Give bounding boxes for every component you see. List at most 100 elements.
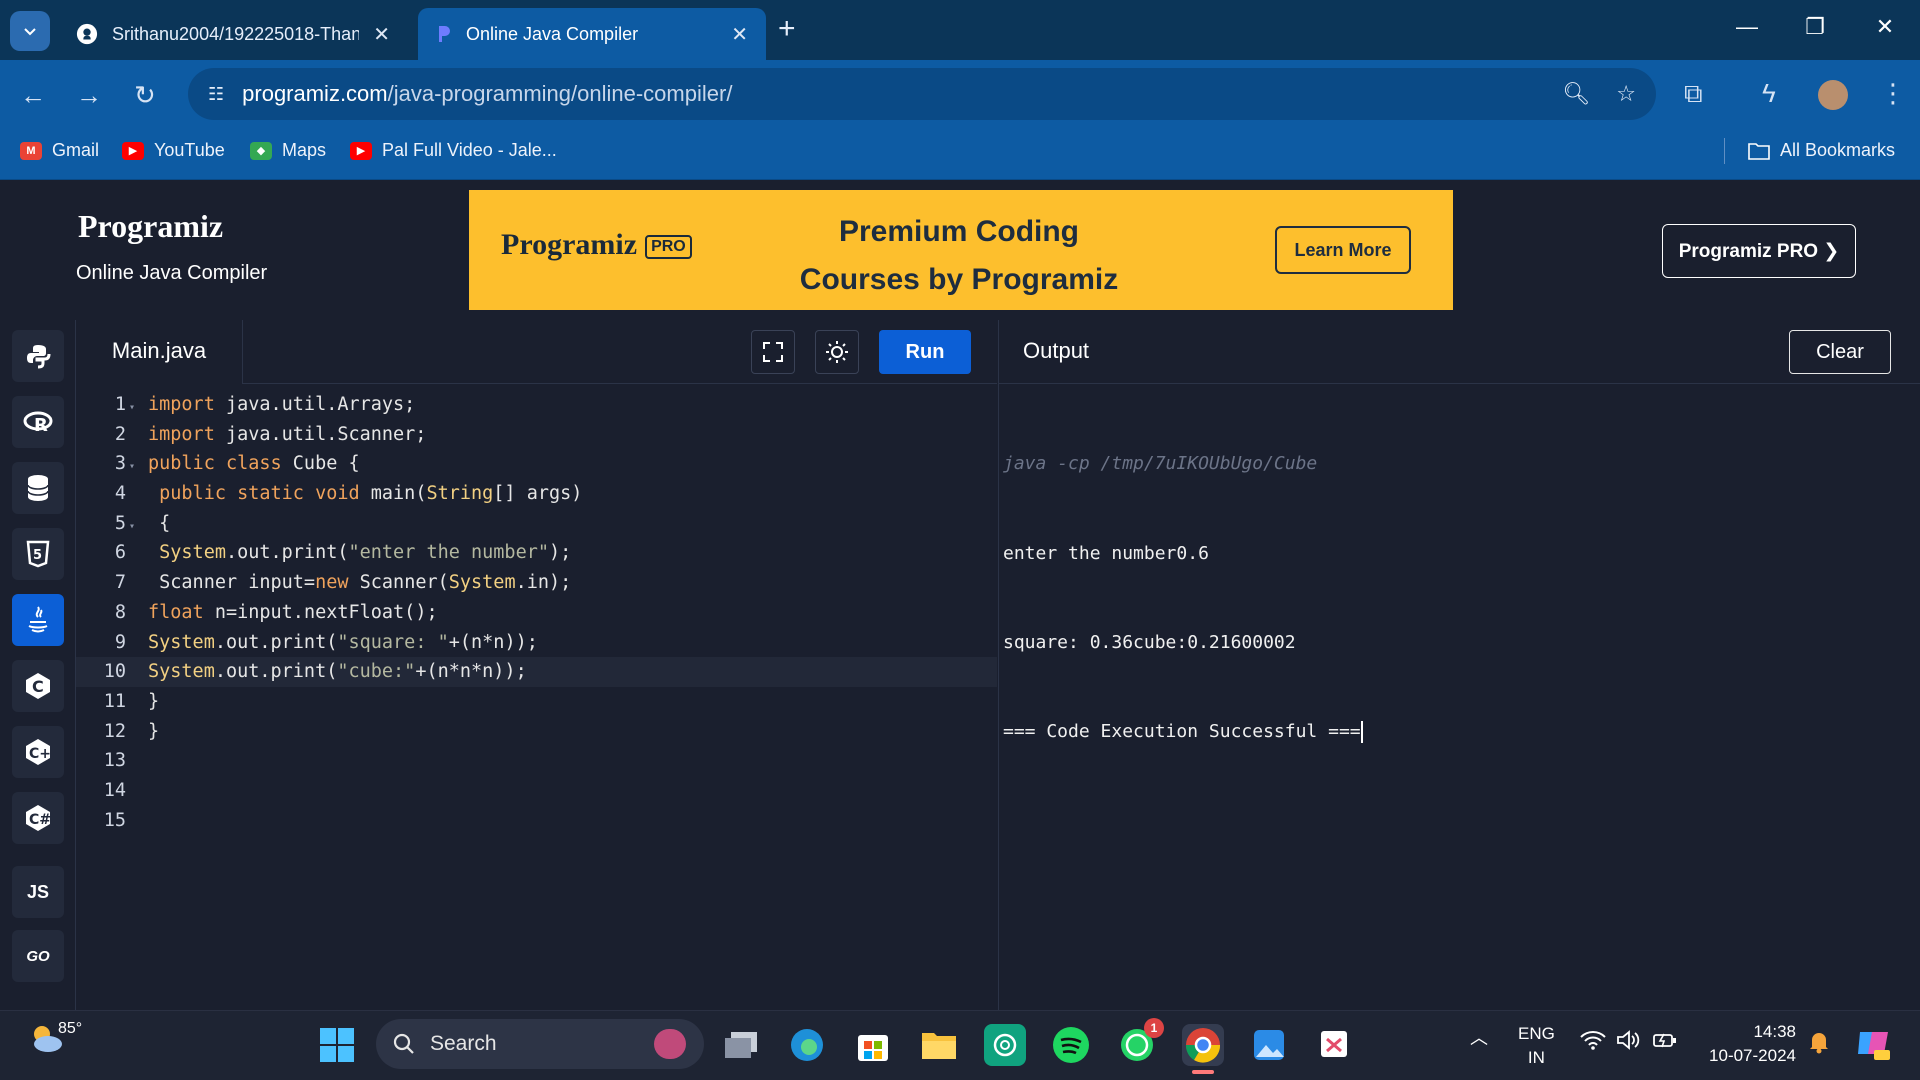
minimize-icon[interactable]: — [1732,14,1762,40]
theme-toggle-button[interactable] [815,330,859,374]
code-area[interactable]: 1 ▾ import java.util.Arrays; 2 import java.u… [76,390,997,835]
r-icon[interactable]: R [12,396,64,448]
performance-icon[interactable]: ϟ [1762,78,1776,109]
line-number: 2 [114,423,126,445]
chrome-icon[interactable] [1182,1024,1224,1066]
zoom-icon[interactable]: 🔍︎ [1562,81,1590,107]
tab-github[interactable]: Srithanu2004/192225018-Thanu ✕ [58,8,408,60]
chevron-up-icon[interactable]: ︿ [1470,1024,1488,1050]
input-language[interactable]: ENG IN [1518,1022,1555,1070]
windows-start-icon[interactable] [316,1024,358,1066]
learn-more-button[interactable]: Learn More [1275,226,1411,274]
code-line[interactable]: 14 [76,776,997,806]
banner-pro-badge: PRO [645,235,692,260]
forward-arrow-icon[interactable]: → [76,80,102,111]
python-icon[interactable] [12,330,64,382]
copilot-icon[interactable] [1854,1024,1892,1067]
code-line[interactable]: 10 System.out.print("cube:"+(n*n*n)); [76,657,997,687]
new-tab-button[interactable]: + [778,12,796,46]
file-explorer-icon[interactable] [918,1024,960,1066]
reload-icon[interactable]: ↻ [134,80,156,111]
back-arrow-icon[interactable]: ← [20,80,46,111]
all-bookmarks[interactable]: All Bookmarks [1748,140,1895,161]
restore-icon[interactable]: ❐ [1800,14,1830,40]
extensions-icon[interactable]: ⧉ [1684,78,1703,110]
line-number: 5 [114,512,126,534]
bookmark-maps[interactable]: ◆ Maps [250,140,326,161]
line-number: 8 [114,601,126,623]
address-bar[interactable]: ☷ programiz.com/java-programming/online-… [188,68,1656,120]
tab-online-java-compiler[interactable]: Online Java Compiler ✕ [418,8,766,60]
bookmark-label: Gmail [52,140,100,160]
taskbar-search[interactable]: Search [376,1019,704,1069]
file-tab-main-java[interactable]: Main.java [76,320,242,384]
promo-banner[interactable]: Programiz PRO Premium Coding Courses by P… [469,190,1453,310]
whatsapp-icon[interactable]: 1 [1116,1018,1164,1066]
code-line[interactable]: 13 [76,746,997,776]
bookmark-youtube[interactable]: ▶ YouTube [122,140,225,161]
code-line[interactable]: 2 import java.util.Scanner; [76,420,997,450]
snipping-tool-icon[interactable] [1314,1024,1356,1066]
weather-widget[interactable]: 85° [26,1018,82,1058]
sql-database-icon[interactable] [12,462,64,514]
bookmark-star-icon[interactable]: ☆ [1616,81,1636,107]
bookmark-pal-full-video[interactable]: ▶ Pal Full Video - Jale... [350,140,557,161]
fullscreen-button[interactable] [751,330,795,374]
line-number: 3 [114,453,126,475]
spotify-icon[interactable] [1050,1024,1092,1066]
close-icon[interactable]: ✕ [373,22,390,47]
cpp-icon[interactable]: C+ [12,726,64,778]
code-line[interactable]: 3 ▾ public class Cube { [76,449,997,479]
programiz-pro-button[interactable]: Programiz PRO ❯ [1662,224,1856,278]
window-close-icon[interactable]: ✕ [1870,14,1900,40]
programiz-logo[interactable]: Programiz [78,208,223,245]
system-clock[interactable]: 14:38 10-07-2024 [1696,1020,1796,1068]
csharp-icon[interactable]: C# [12,792,64,844]
output-command: java -cp /tmp/7uIKOUbUgo/Cube [1003,453,1318,475]
tab-title: Online Java Compiler [466,23,639,44]
fold-arrow-icon[interactable]: ▾ [126,393,138,423]
photos-icon[interactable] [1248,1024,1290,1066]
close-icon[interactable]: ✕ [731,22,748,47]
output-console[interactable]: java -cp /tmp/7uIKOUbUgo/Cube enter the … [1003,390,1363,806]
menu-icon[interactable]: ⋮ [1880,78,1906,109]
run-button[interactable]: Run [879,330,971,374]
code-line[interactable]: 8 float n=input.nextFloat(); [76,598,997,628]
code-line[interactable]: 12} [76,717,997,747]
javascript-icon[interactable]: JS [12,866,64,918]
task-view-icon[interactable] [720,1024,762,1066]
notification-bell-icon[interactable] [1808,1030,1830,1059]
code-line[interactable]: 6 System.out.print("enter the number"); [76,538,997,568]
code-line[interactable]: 5 ▾ { [76,509,997,539]
youtube-icon: ▶ [350,141,372,160]
battery-icon[interactable] [1652,1030,1678,1055]
code-line[interactable]: 4 public static void main(String[] args) [76,479,997,509]
github-icon [76,23,98,45]
avatar[interactable] [1818,80,1848,110]
edge-icon[interactable] [786,1024,828,1066]
fold-arrow-icon[interactable]: ▾ [126,452,138,482]
code-line[interactable]: 9 System.out.print("square: "+(n*n)); [76,628,997,658]
code-line[interactable]: 15 [76,806,997,836]
html5-icon[interactable]: 5 [12,528,64,580]
line-number: 4 [114,483,126,505]
bookmark-gmail[interactable]: M Gmail [20,140,99,161]
tab-search-button[interactable] [10,11,50,51]
go-icon[interactable]: GO [12,930,64,982]
chatgpt-icon[interactable] [984,1024,1026,1066]
wifi-icon[interactable] [1580,1030,1606,1055]
banner-line-2: Courses by Programiz [799,263,1119,296]
fold-arrow-icon[interactable]: ▾ [126,512,138,542]
code-line[interactable]: 7 Scanner input=new Scanner(System.in); [76,568,997,598]
volume-icon[interactable] [1616,1030,1642,1055]
c-icon[interactable]: C [12,660,64,712]
clear-button[interactable]: Clear [1789,330,1891,374]
java-icon[interactable] [12,594,64,646]
microsoft-store-icon[interactable] [852,1024,894,1066]
code-line[interactable]: 1 ▾ import java.util.Arrays; [76,390,997,420]
site-info-icon[interactable]: ☷ [208,84,224,105]
clock-time: 14:38 [1753,1022,1796,1041]
code-line[interactable]: 11} [76,687,997,717]
